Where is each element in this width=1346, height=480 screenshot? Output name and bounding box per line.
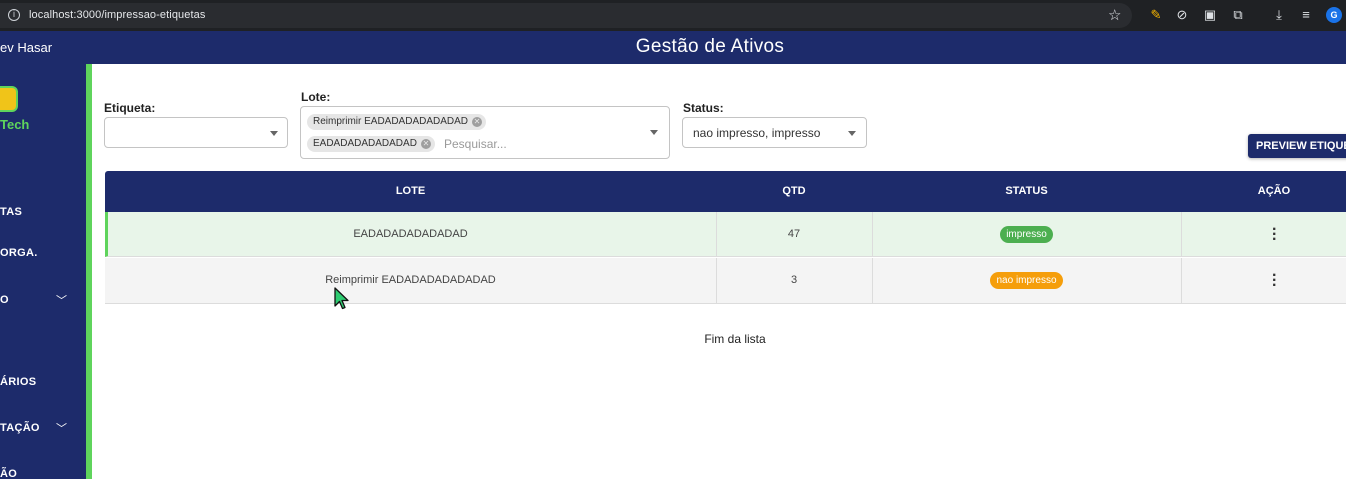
url-text[interactable]: localhost:3000/impressao-etiquetas: [29, 9, 205, 21]
table-row[interactable]: EADADADADADADAD 47 impresso · · ·: [105, 212, 1346, 257]
bookmark-star-icon[interactable]: ☆: [1108, 6, 1121, 24]
cell-qtd: 3: [790, 274, 798, 286]
lote-multiselect[interactable]: Reimprimir EADADADADADADAD ✕ EADADADADADA…: [300, 106, 670, 159]
address-bar[interactable]: i localhost:3000/impressao-etiquetas ☆: [0, 3, 1132, 28]
lote-search-input[interactable]: Pesquisar...: [444, 137, 507, 151]
column-divider: [1181, 258, 1182, 303]
page-title: Gestão de Ativos: [635, 36, 785, 57]
chip-label: Reimprimir EADADADADADADAD: [313, 116, 469, 127]
browser-toolbar: i localhost:3000/impressao-etiquetas ☆ ✎…: [0, 0, 1346, 31]
site-info-icon[interactable]: i: [8, 9, 20, 21]
pen-extension-icon[interactable]: ✎: [1148, 7, 1164, 23]
clock-extension-icon[interactable]: ⊘: [1174, 7, 1190, 23]
sidebar-item-menu[interactable]: O ﹀: [0, 294, 67, 307]
sidebar-item-label: ÃO: [0, 468, 18, 480]
square-extension-icon[interactable]: ▣: [1202, 7, 1218, 23]
status-label: Status:: [683, 101, 724, 115]
column-header-qtd[interactable]: QTD: [716, 185, 872, 197]
row-actions-menu-icon[interactable]: · · ·: [1272, 268, 1277, 294]
sidebar-item-label: TAÇÃO: [0, 422, 40, 434]
row-actions-menu-icon[interactable]: · · ·: [1272, 222, 1277, 248]
media-controls-icon[interactable]: ≡: [1298, 7, 1314, 23]
logo-icon: [0, 86, 18, 112]
preview-etiquetas-button[interactable]: PREVIEW ETIQUETAS: [1248, 134, 1346, 158]
lote-chip[interactable]: Reimprimir EADADADADADADAD ✕: [307, 114, 487, 130]
sidebar-item-etiquetas[interactable]: TAS: [0, 206, 22, 218]
status-select[interactable]: nao impresso, impresso: [682, 117, 867, 148]
sidebar-item-usuarios[interactable]: ÁRIOS: [0, 376, 36, 388]
app-header: ev Hasar Gestão de Ativos: [0, 31, 1346, 64]
column-header-status[interactable]: STATUS: [872, 185, 1181, 197]
puzzle-extensions-icon[interactable]: ⧉: [1230, 7, 1246, 23]
sidebar-item-configuracao[interactable]: ÃO: [0, 468, 17, 480]
status-value: nao impresso, impresso: [693, 126, 821, 140]
table-header: LOTE QTD STATUS AÇÃO: [105, 171, 1346, 212]
status-badge: nao impresso: [990, 271, 1063, 289]
etiqueta-select[interactable]: [104, 117, 288, 148]
mouse-cursor-icon: [334, 287, 349, 310]
profile-avatar[interactable]: G: [1326, 7, 1342, 23]
etiqueta-label: Etiqueta:: [104, 101, 156, 115]
column-header-acao: AÇÃO: [1257, 185, 1291, 197]
cell-lote: Reimprimir EADADADADADADAD: [325, 274, 496, 286]
chip-label: EADADADADADADAD: [313, 138, 417, 149]
sidebar-item-label: ÁRIOS: [0, 376, 37, 388]
lote-label: Lote:: [301, 90, 331, 104]
lote-chip[interactable]: EADADADADADADAD ✕: [307, 136, 435, 152]
sidebar-accent-bar: [86, 64, 92, 479]
sidebar-item-orga[interactable]: ORGA.: [0, 247, 38, 259]
sidebar-item-label: ORGA.: [0, 247, 38, 259]
column-header-lote[interactable]: LOTE: [105, 185, 716, 197]
sidebar-item-movimentacao[interactable]: TAÇÃO ﹀: [0, 422, 67, 435]
cell-qtd: 47: [787, 228, 801, 240]
chip-remove-icon[interactable]: ✕: [472, 117, 483, 127]
dropdown-arrow-icon[interactable]: [848, 131, 856, 136]
end-of-list-text: Fim da lista: [704, 332, 766, 346]
sidebar-item-label: O: [0, 294, 9, 306]
logo-text: Tech: [0, 117, 30, 132]
cell-status: impresso: [872, 212, 1181, 257]
cell-status: nao impresso: [872, 258, 1181, 303]
cell-lote: EADADADADADADAD: [353, 228, 468, 240]
chevron-down-icon: ﹀: [56, 295, 68, 307]
chevron-down-icon: ﹀: [56, 423, 68, 435]
table-row[interactable]: Reimprimir EADADADADADADAD 3 nao impress…: [105, 258, 1346, 304]
status-badge: impresso: [1000, 225, 1053, 243]
chip-remove-icon[interactable]: ✕: [420, 139, 431, 149]
dropdown-arrow-icon[interactable]: [270, 131, 278, 136]
column-divider: [1181, 212, 1182, 257]
sidebar: Tech TAS ORGA. O ﹀ ÁRIOS TAÇÃO ﹀ ÃO: [0, 64, 86, 480]
dropdown-arrow-icon[interactable]: [650, 130, 658, 135]
download-icon[interactable]: ⤓: [1271, 7, 1287, 23]
sidebar-item-label: TAS: [0, 206, 23, 218]
